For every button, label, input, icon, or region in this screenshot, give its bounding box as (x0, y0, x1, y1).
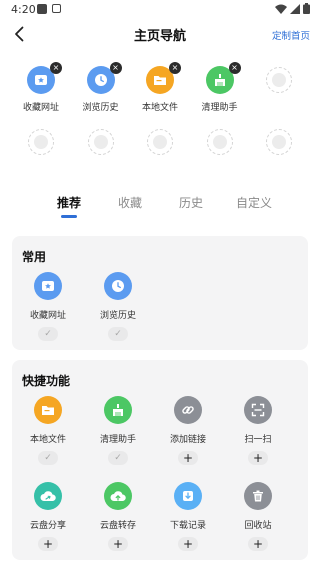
empty-slot (254, 122, 304, 184)
quick-item-recycle-bin[interactable]: 回收站 + (228, 482, 288, 551)
notification-icon-2 (52, 4, 61, 13)
wifi-icon (275, 4, 287, 14)
quick-item-add-link[interactable]: 添加链接 + (158, 396, 218, 465)
item-label: 云盘转存 (99, 521, 136, 531)
link-icon (174, 396, 202, 424)
quick-functions-section: 快捷功能 本地文件 ✓ 清理助手 ✓ 添加链接 + 扫一扫 + 云盘分享 + 云… (12, 360, 308, 560)
tab-recommended[interactable]: 推荐 (57, 194, 81, 211)
nav-item-local-files[interactable]: × 本地文件 (135, 60, 185, 122)
customize-home-button[interactable]: 定制首页 (272, 28, 310, 42)
item-label: 回收站 (244, 521, 272, 531)
clock-icon (104, 272, 132, 300)
nav-item-history[interactable]: × 浏览历史 (76, 60, 126, 122)
cloud-share-icon (34, 482, 62, 510)
remove-badge[interactable]: × (109, 62, 122, 74)
download-icon (174, 482, 202, 510)
empty-slot-icon (206, 129, 233, 155)
trash-icon (244, 482, 272, 510)
battery-icon (303, 3, 310, 14)
tab-history[interactable]: 历史 (179, 194, 203, 211)
add-plus-icon[interactable]: + (178, 451, 198, 465)
added-check-icon[interactable]: ✓ (108, 327, 128, 341)
quick-item-scan[interactable]: 扫一扫 + (228, 396, 288, 465)
empty-slot-icon (266, 129, 292, 155)
tab-favorites[interactable]: 收藏 (118, 194, 142, 211)
empty-slot-icon (28, 129, 54, 155)
add-plus-icon[interactable]: + (248, 537, 268, 551)
tab-custom[interactable]: 自定义 (236, 194, 272, 211)
item-label: 云盘分享 (29, 521, 66, 531)
remove-badge[interactable]: × (228, 62, 241, 74)
section-title: 常用 (22, 250, 47, 264)
section-title: 快捷功能 (22, 374, 71, 388)
cloud-save-icon (104, 482, 132, 510)
item-label: 收藏网址 (29, 311, 66, 321)
item-label: 扫一扫 (244, 435, 272, 445)
item-label: 本地文件 (29, 435, 66, 445)
star-folder-icon (34, 272, 62, 300)
remove-badge[interactable]: × (169, 62, 181, 74)
remove-badge[interactable]: × (50, 62, 62, 74)
nav-item-label: 本地文件 (141, 103, 178, 113)
common-item-favorites[interactable]: 收藏网址 ✓ (18, 272, 78, 341)
signal-icon (290, 3, 300, 14)
header: 主页导航 定制首页 (0, 20, 320, 50)
quick-item-cleaner[interactable]: 清理助手 ✓ (88, 396, 148, 465)
status-time: 4:20 (11, 3, 36, 16)
add-plus-icon[interactable]: + (108, 537, 128, 551)
common-item-history[interactable]: 浏览历史 ✓ (88, 272, 148, 341)
item-label: 下载记录 (169, 521, 206, 531)
add-plus-icon[interactable]: + (38, 537, 58, 551)
status-bar: 4:20 (0, 0, 320, 20)
item-label: 浏览历史 (99, 311, 136, 321)
quick-item-cloud-share[interactable]: 云盘分享 + (18, 482, 78, 551)
quick-item-downloads[interactable]: 下载记录 + (158, 482, 218, 551)
empty-slot (76, 122, 126, 184)
current-nav-grid: × 收藏网址 × 浏览历史 × 本地文件 × 清理助手 (16, 60, 304, 184)
notification-icon (37, 4, 47, 14)
empty-slot-icon (87, 129, 114, 155)
folder-icon (34, 396, 62, 424)
nav-item-cleaner[interactable]: × 清理助手 (195, 60, 245, 122)
empty-slot-icon (147, 129, 173, 155)
nav-item-label: 收藏网址 (22, 103, 59, 113)
empty-slot-icon (266, 67, 292, 93)
add-plus-icon[interactable]: + (248, 451, 268, 465)
item-label: 添加链接 (169, 435, 206, 445)
common-section: 常用 收藏网址 ✓ 浏览历史 ✓ (12, 236, 308, 350)
added-check-icon[interactable]: ✓ (108, 451, 128, 465)
category-tabs: 推荐 收藏 历史 自定义 (0, 194, 320, 218)
scan-icon (244, 396, 272, 424)
empty-slot (135, 122, 185, 184)
quick-item-local-files[interactable]: 本地文件 ✓ (18, 396, 78, 465)
empty-slot (195, 122, 245, 184)
added-check-icon[interactable]: ✓ (38, 451, 58, 465)
nav-item-label: 浏览历史 (82, 103, 119, 113)
nav-item-label: 清理助手 (201, 103, 238, 113)
broom-icon (104, 396, 132, 424)
add-plus-icon[interactable]: + (178, 537, 198, 551)
quick-item-cloud-save[interactable]: 云盘转存 + (88, 482, 148, 551)
nav-item-favorites[interactable]: × 收藏网址 (16, 60, 66, 122)
empty-slot (254, 60, 304, 122)
added-check-icon[interactable]: ✓ (38, 327, 58, 341)
empty-slot (16, 122, 66, 184)
item-label: 清理助手 (99, 435, 136, 445)
active-tab-indicator (61, 215, 77, 218)
